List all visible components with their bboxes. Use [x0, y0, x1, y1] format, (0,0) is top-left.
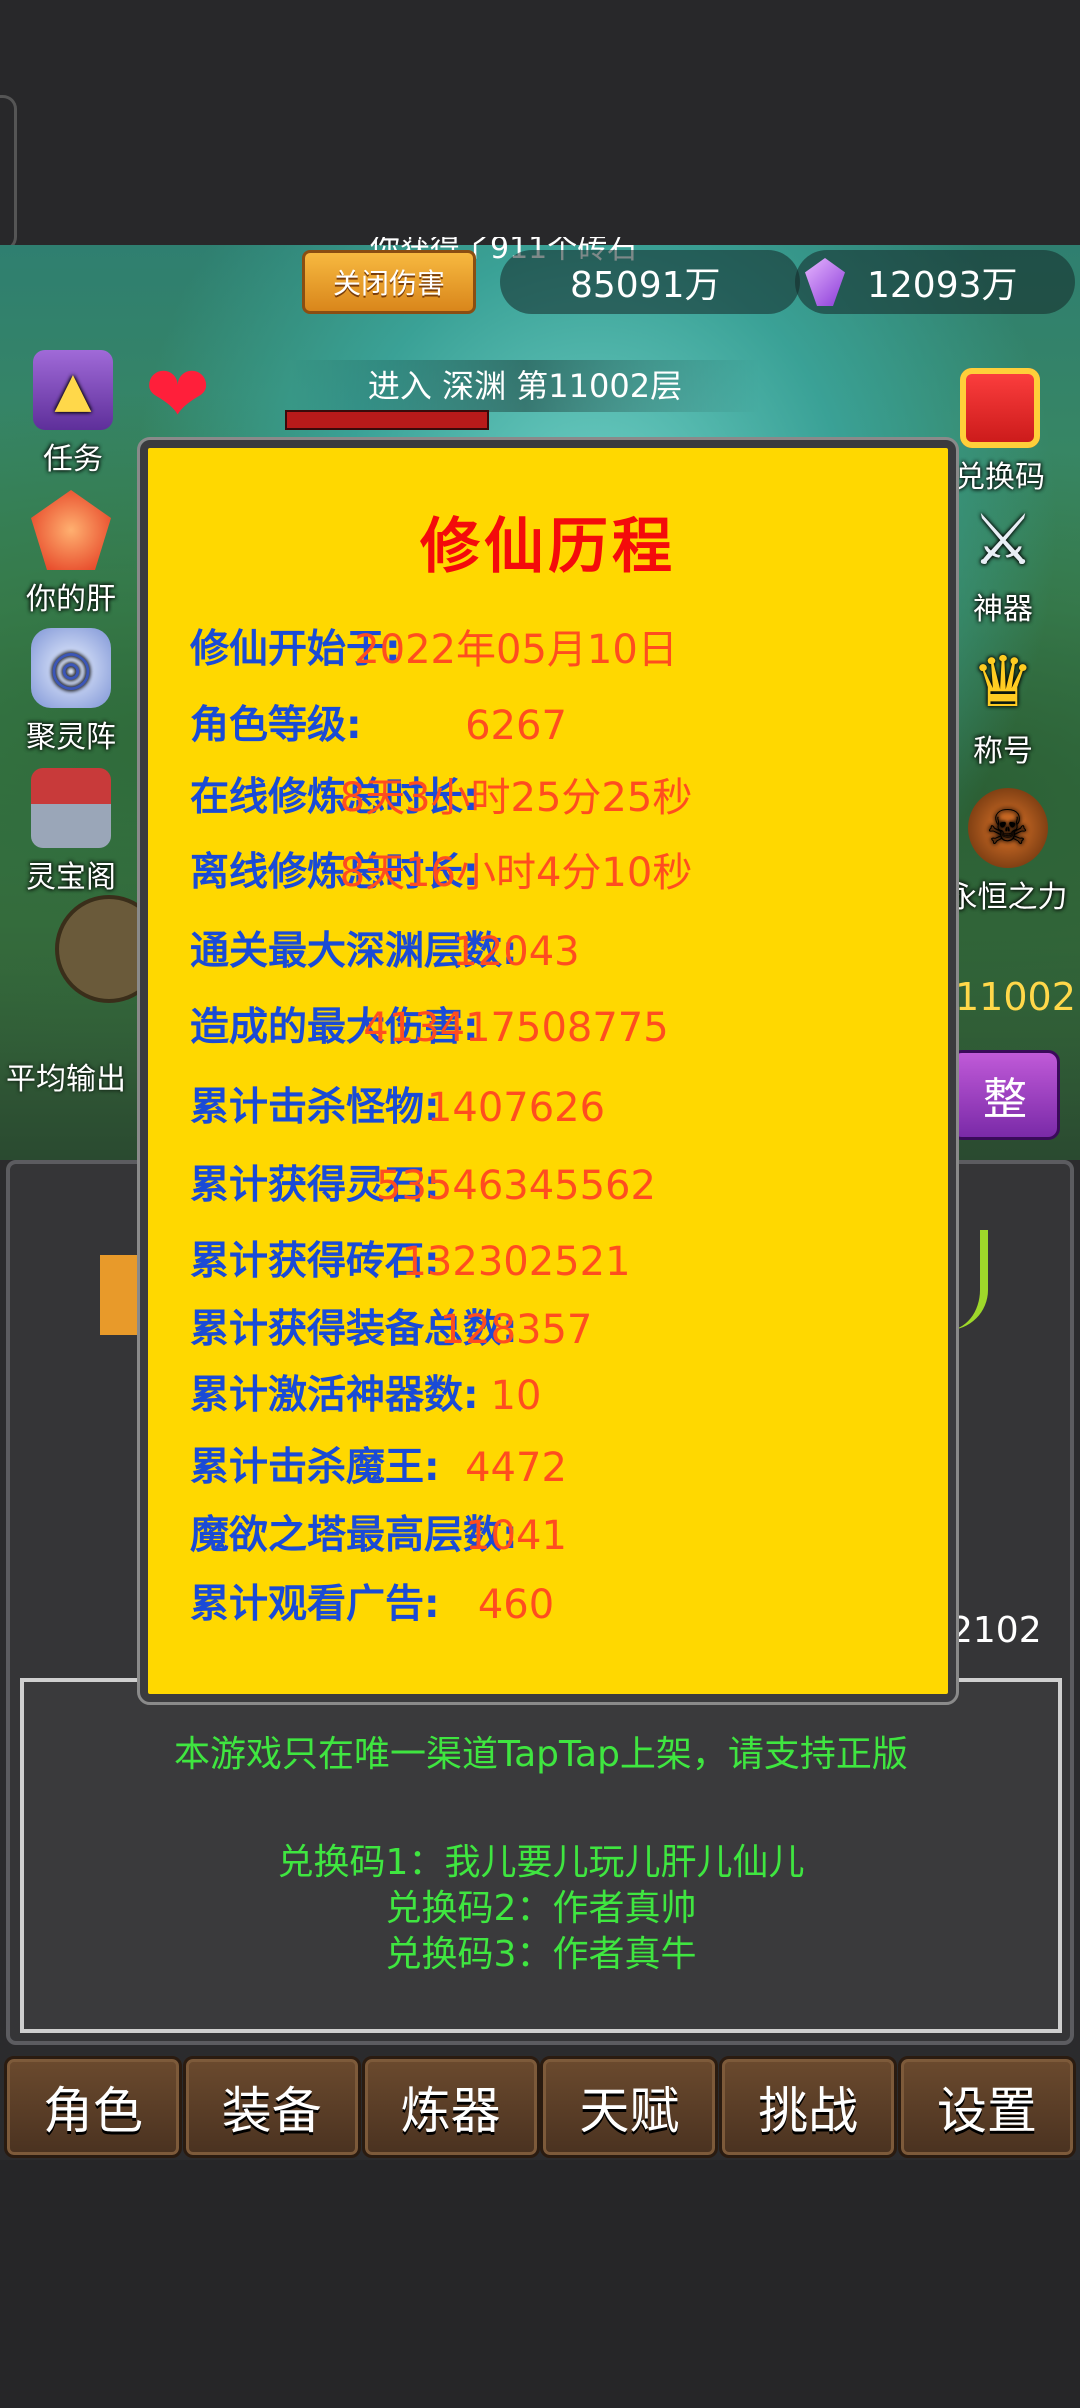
nav-equipment[interactable]: 装备 — [182, 2056, 361, 2158]
redeem-code-1: 兑换码1：我儿要儿玩儿肝儿仙儿 — [277, 1842, 805, 1883]
redeem-code-2: 兑换码2：作者真帅 — [385, 1888, 697, 1929]
stat-value: 8天16小时4分10秒 — [339, 850, 693, 896]
side-item-label: 兑换码 — [955, 460, 1045, 495]
side-item-liver[interactable]: 你的肝 — [6, 490, 136, 618]
crystal-icon — [805, 258, 845, 306]
close-damage-button[interactable]: 关闭伤害 — [302, 250, 476, 314]
stat-value: 6267 — [465, 703, 567, 749]
stat-row: 累计击杀魔王: 4472 — [148, 1438, 948, 1498]
stat-value: 460 — [477, 1582, 555, 1628]
cultivation-history-dialog: 修仙历程 修仙开始于: 2022年05月10日 角色等级: 6267 在线修炼总… — [137, 437, 959, 1705]
stat-row: 造成的最大伤害: 413417508775 — [148, 998, 948, 1058]
bottom-nav: 角色 装备 炼器 天赋 挑战 设置 — [0, 2050, 1080, 2160]
stat-row: 离线修炼总时长: 8天16小时4分10秒 — [148, 843, 948, 903]
nav-talent[interactable]: 天赋 — [540, 2056, 719, 2158]
nav-refine[interactable]: 炼器 — [361, 2056, 540, 2158]
notice-panel: 本游戏只在唯一渠道TapTap上架，请支持正版 兑换码1：我儿要儿玩儿肝儿仙儿 … — [20, 1678, 1062, 2033]
nav-settings[interactable]: 设置 — [897, 2056, 1076, 2158]
nav-challenge[interactable]: 挑战 — [719, 2056, 898, 2158]
stat-value: 53546345562 — [376, 1163, 656, 1209]
stat-row: 魔欲之塔最高层数: 1041 — [148, 1506, 948, 1566]
crystal-value: 12093万 — [867, 265, 1018, 306]
stat-value: 4472 — [465, 1445, 567, 1491]
gift-box-icon — [960, 368, 1040, 448]
stat-row: 在线修炼总时长: 8天3小时25分25秒 — [148, 768, 948, 828]
stat-row: 通关最大深渊层数: 12043 — [148, 922, 948, 982]
stat-value: 1407626 — [426, 1085, 606, 1131]
redeem-code-3: 兑换码3：作者真牛 — [385, 1934, 697, 1975]
status-bar-area — [0, 0, 1080, 251]
stat-value: 8天3小时25分25秒 — [339, 775, 693, 821]
stat-row: 累计观看广告: 460 — [148, 1575, 948, 1635]
side-item-artifact[interactable]: ⚔ 神器 — [938, 499, 1068, 628]
stat-row: 累计获得灵石: 53546345562 — [148, 1156, 948, 1216]
dialog-title: 修仙历程 — [420, 512, 676, 582]
gold-counter: 85091万 — [500, 250, 800, 314]
quest-book-icon: ▲ — [33, 350, 113, 430]
stat-row: 累计获得砖石: 132302521 — [148, 1232, 948, 1292]
stat-value: 1041 — [465, 1513, 567, 1559]
stat-row: 累计击杀怪物: 1407626 — [148, 1078, 948, 1138]
heart-icon: ❤ — [145, 350, 211, 440]
stage-banner: 进入 深渊 第11002层 — [290, 360, 760, 412]
sword-icon: ⚔ — [971, 499, 1035, 581]
stat-value: 128357 — [439, 1307, 593, 1353]
crystal-counter: 12093万 — [795, 250, 1075, 314]
boss-hp-bar — [285, 410, 489, 430]
stat-value: 10 — [490, 1373, 542, 1419]
side-item-label: 任务 — [43, 442, 103, 477]
stat-value: 2022年05月10日 — [354, 627, 678, 673]
screen-notch — [0, 95, 17, 251]
red-gem-icon — [31, 490, 111, 570]
stat-value: 132302521 — [401, 1239, 631, 1285]
stat-value: 413417508775 — [363, 1005, 669, 1051]
notice-line: 本游戏只在唯一渠道TapTap上架，请支持正版 — [174, 1734, 908, 1775]
stat-row: 累计获得装备总数: 128357 — [148, 1300, 948, 1360]
stat-value: 12043 — [452, 929, 580, 975]
side-item-label: 你的肝 — [26, 582, 116, 617]
side-item-quest[interactable]: ▲ 任务 — [8, 350, 138, 478]
stat-row: 修仙开始于: 2022年05月10日 — [148, 620, 948, 680]
bottom-blank — [0, 2160, 1080, 2408]
stat-row: 角色等级: 6267 — [148, 696, 948, 756]
stat-row: 累计激活神器数: 10 — [148, 1366, 948, 1426]
gold-value: 85091万 — [570, 265, 721, 306]
nav-character[interactable]: 角色 — [4, 2056, 182, 2158]
